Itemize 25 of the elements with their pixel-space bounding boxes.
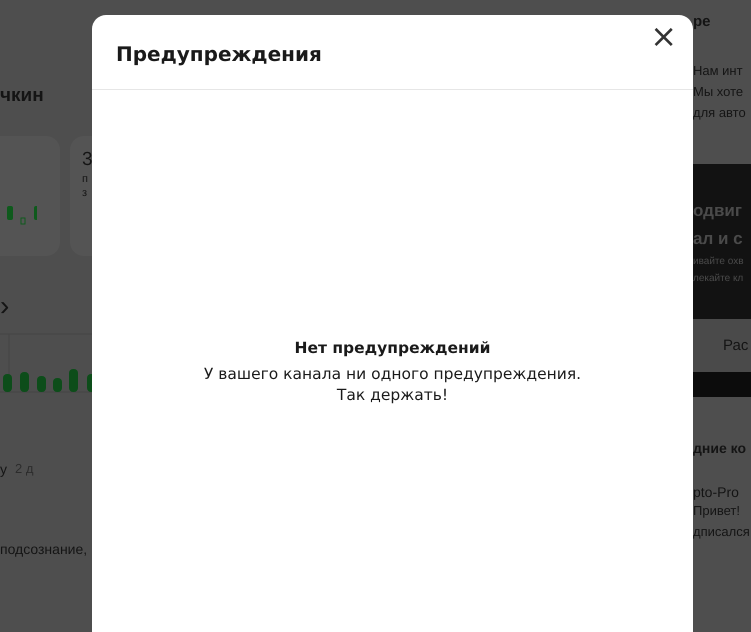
footer-bar (693, 372, 751, 397)
stat-label: з (82, 186, 88, 200)
description-line: Нам инт (693, 62, 743, 80)
description-line: Мы хоте (693, 83, 744, 101)
promo-title: одвиг (693, 200, 742, 222)
stat-value: 3 (82, 148, 92, 172)
channel-name: чкин (0, 84, 45, 108)
comment-text: Привет! (693, 502, 740, 520)
description-line: для авто (693, 104, 746, 122)
promo-text: лекайте кл (693, 272, 744, 286)
comment-text: подсознание, (0, 541, 88, 557)
comment-author: у (0, 461, 7, 477)
empty-state-text: Так держать! (336, 385, 448, 406)
candle-chart-drawing (7, 206, 37, 226)
empty-state-text: У вашего канала ни одного предупреждения. (204, 364, 582, 385)
dialog-title: Предупреждения (116, 42, 322, 66)
comment-text: дписался (693, 523, 750, 541)
comment-author: pto-Pro (693, 484, 739, 500)
chevron-icon[interactable]: › (0, 292, 10, 320)
section-title: ре (693, 12, 711, 32)
comments-title: дние ко (693, 440, 746, 456)
promo-text: ивайте охв (693, 254, 744, 268)
promo-title: ал и с (693, 228, 743, 250)
stat-label: п (82, 172, 89, 186)
empty-state-title: Нет предупреждений (294, 338, 490, 359)
